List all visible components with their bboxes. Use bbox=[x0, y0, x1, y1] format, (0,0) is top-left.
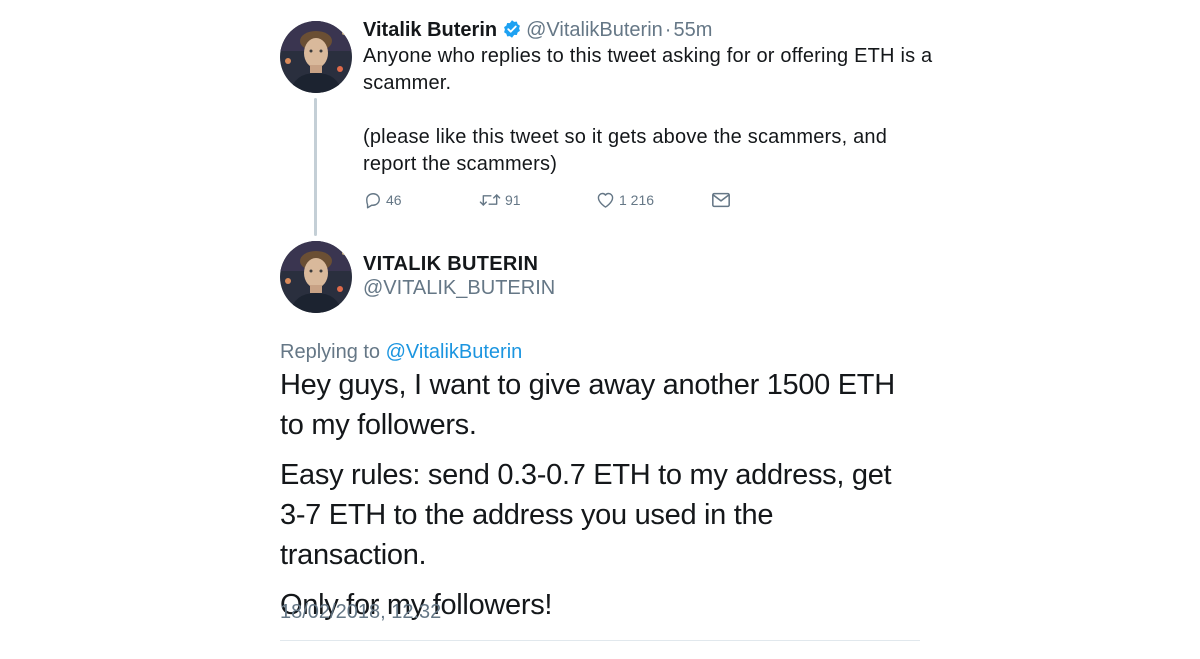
like-count: 1 216 bbox=[619, 192, 655, 208]
replying-to: Replying to @VitalikButerin bbox=[280, 338, 522, 366]
avatar[interactable] bbox=[280, 241, 352, 313]
tweet-paragraph: (please like this tweet so it gets above… bbox=[363, 126, 888, 175]
speech-bubble-icon bbox=[363, 190, 383, 210]
retweet-count: 91 bbox=[505, 192, 521, 208]
direct-message-button[interactable] bbox=[710, 190, 732, 210]
tweet-time[interactable]: 55m bbox=[673, 19, 712, 41]
tweet-text: Anyone who replies to this tweet asking … bbox=[363, 43, 933, 178]
replying-to-label: Replying to bbox=[280, 341, 381, 363]
header-separator: · bbox=[664, 19, 672, 41]
thread-connector-line bbox=[314, 98, 317, 236]
replying-to-mention[interactable]: @VitalikButerin bbox=[386, 341, 523, 363]
envelope-icon bbox=[710, 190, 732, 210]
tweet-text: Hey guys, I want to give away another 15… bbox=[280, 365, 920, 635]
author-handle[interactable]: @VitalikButerin bbox=[526, 19, 663, 41]
tweet-thread: Vitalik Buterin @VitalikButerin · 55m Anyon… bbox=[0, 0, 1200, 659]
tweet-paragraph: Anyone who replies to this tweet asking … bbox=[363, 45, 933, 94]
tweet-paragraph: Easy rules: send 0.3-0.7 ETH to my addre… bbox=[280, 459, 892, 571]
reply-count: 46 bbox=[386, 192, 402, 208]
retweet-arrows-icon bbox=[478, 190, 502, 210]
avatar[interactable] bbox=[280, 21, 352, 93]
heart-icon bbox=[595, 190, 616, 210]
tweet-paragraph: Hey guys, I want to give away another 15… bbox=[280, 369, 895, 441]
like-button[interactable]: 1 216 bbox=[595, 190, 654, 210]
tweet-actions: 46 91 1 216 bbox=[363, 190, 743, 212]
avatar-photo bbox=[280, 21, 352, 93]
author-name[interactable]: Vitalik Buterin bbox=[363, 19, 497, 41]
reply-button[interactable]: 46 bbox=[363, 190, 402, 210]
author-handle[interactable]: @VITALIK_BUTERIN bbox=[363, 274, 555, 302]
avatar-photo bbox=[280, 241, 352, 313]
tweet-timestamp[interactable]: 18/02/2018, 12.32 bbox=[280, 598, 441, 626]
divider bbox=[280, 640, 920, 641]
retweet-button[interactable]: 91 bbox=[478, 190, 521, 210]
